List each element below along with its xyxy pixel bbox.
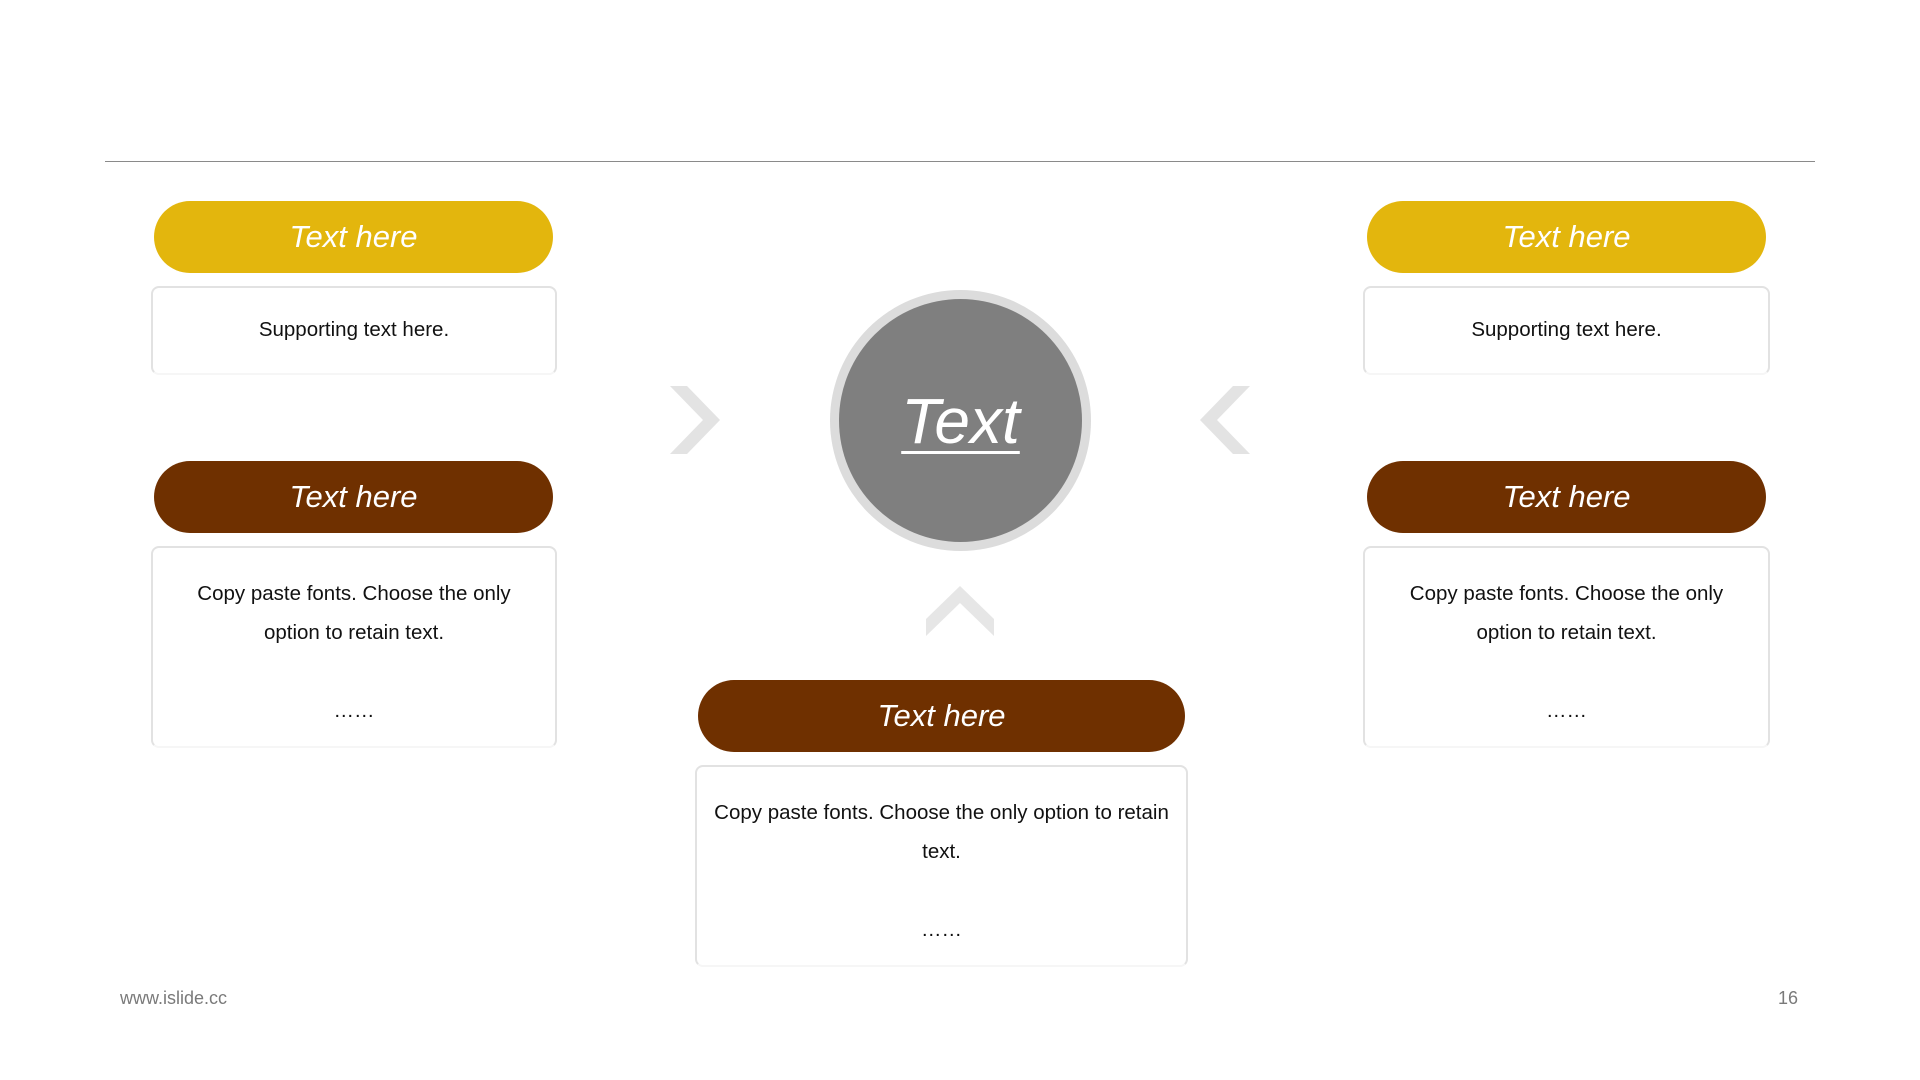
mid-right-title: Text here — [1502, 479, 1631, 514]
top-right-body: Supporting text here. — [1471, 318, 1662, 341]
mid-left-body-line1: Copy paste fonts. Choose the only — [197, 582, 511, 605]
top-left-text-box: Supporting text here. — [151, 286, 557, 375]
chevron-left-icon — [1200, 386, 1250, 454]
chevron-right-icon — [670, 386, 720, 454]
mid-right-body-line1: Copy paste fonts. Choose the only — [1409, 582, 1724, 605]
mid-left-title-pill: Text here — [154, 461, 553, 533]
page-number: 16 — [1778, 988, 1799, 1008]
mid-left-title: Text here — [289, 479, 418, 514]
bottom-text-box: Copy paste fonts. Choose the only option… — [695, 765, 1188, 967]
bottom-ellipsis: …… — [921, 918, 962, 941]
center-label: Text — [901, 384, 1020, 457]
bottom-body-line2: text. — [922, 840, 961, 863]
bottom-title-pill: Text here — [698, 680, 1185, 752]
top-left-title: Text here — [289, 219, 418, 254]
top-right-title-pill: Text here — [1367, 201, 1766, 273]
mid-left-text-box: Copy paste fonts. Choose the only option… — [151, 546, 557, 748]
mid-right-title-pill: Text here — [1367, 461, 1766, 533]
mid-left-ellipsis: …… — [333, 699, 375, 722]
center-circle: Text — [830, 290, 1091, 551]
chevron-up-icon — [926, 586, 994, 636]
footer-url: www.islide.cc — [120, 988, 228, 1008]
mid-left-body-line2: option to retain text. — [263, 621, 445, 644]
header-divider — [105, 161, 1815, 162]
top-left-title-pill: Text here — [154, 201, 553, 273]
mid-right-body-line2: option to retain text. — [1476, 621, 1657, 644]
top-left-body: Supporting text here. — [258, 318, 450, 341]
mid-right-ellipsis: …… — [1546, 699, 1587, 722]
center-circle-inner: Text — [839, 299, 1082, 542]
bottom-title: Text here — [877, 698, 1006, 733]
top-right-title: Text here — [1502, 219, 1631, 254]
bottom-body-line1: Copy paste fonts. Choose the only option… — [714, 801, 1169, 824]
top-right-text-box: Supporting text here. — [1363, 286, 1770, 375]
mid-right-text-box: Copy paste fonts. Choose the only option… — [1363, 546, 1770, 748]
